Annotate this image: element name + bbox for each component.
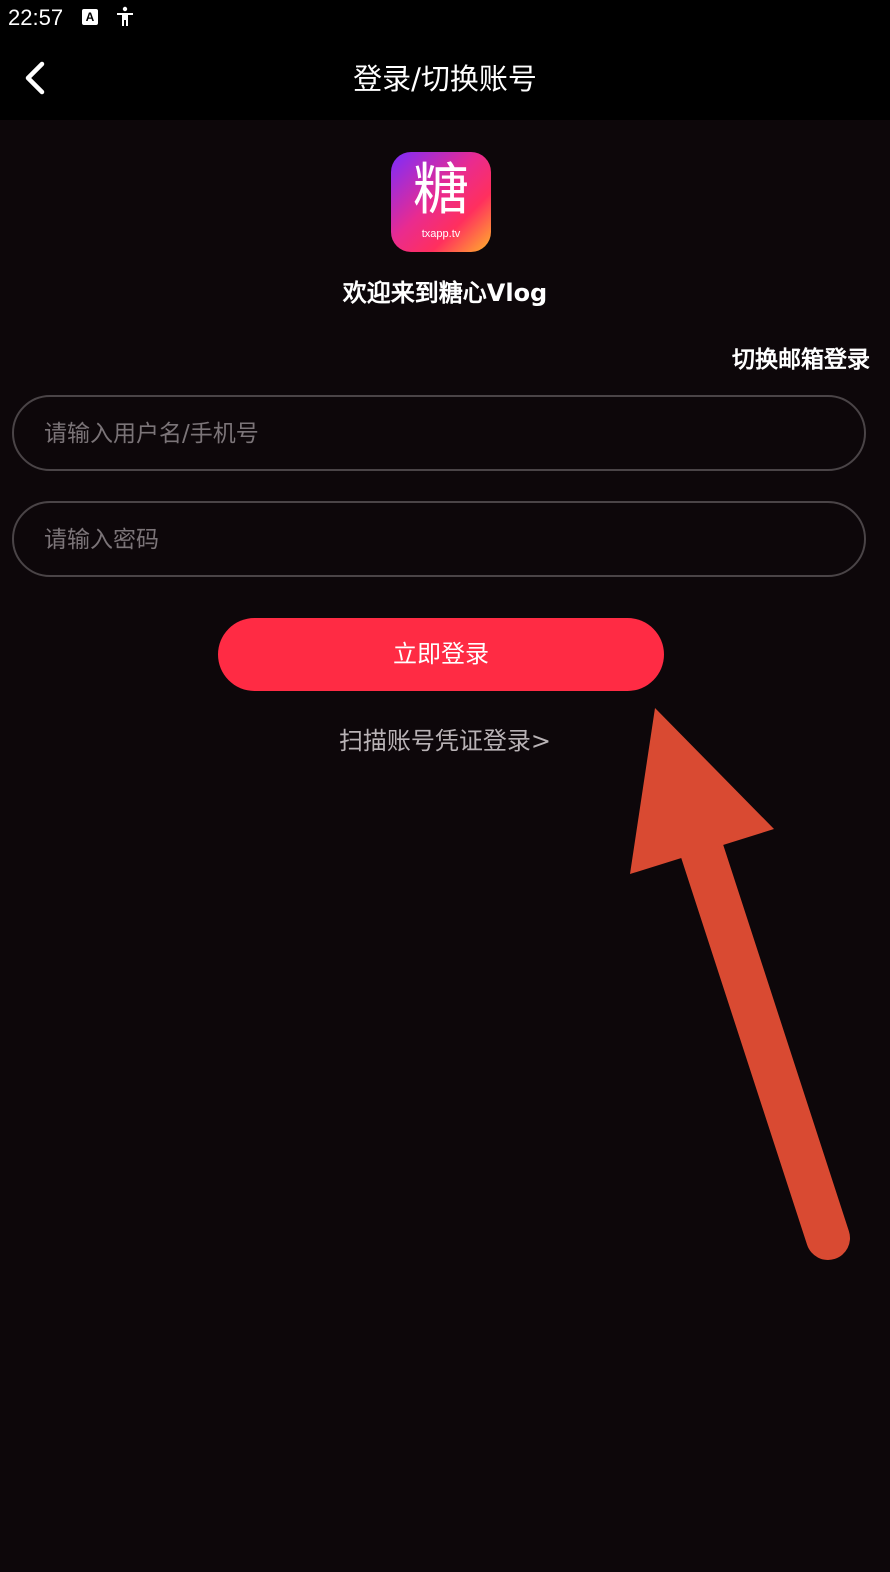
login-screen: 22:57 A 登录/切换账号 糖 txapp.tv 欢迎来到糖心Vlog 切换… xyxy=(0,0,890,1572)
status-bar: 22:57 A xyxy=(0,0,890,38)
login-button[interactable]: 立即登录 xyxy=(218,618,664,691)
page-title: 登录/切换账号 xyxy=(353,62,537,96)
status-time: 22:57 xyxy=(8,5,64,30)
scan-credential-login-link[interactable]: 扫描账号凭证登录> xyxy=(0,724,890,758)
logo-domain: txapp.tv xyxy=(421,228,461,240)
app-logo: 糖 txapp.tv xyxy=(391,152,491,252)
password-input[interactable] xyxy=(42,503,836,577)
chevron-left-icon xyxy=(25,61,45,95)
switch-email-login-link[interactable]: 切换邮箱登录 xyxy=(732,343,870,377)
welcome-text: 欢迎来到糖心Vlog xyxy=(342,279,548,307)
username-field-container xyxy=(12,395,866,471)
logo-char: 糖 xyxy=(413,158,469,223)
back-button[interactable] xyxy=(14,56,58,100)
password-field-container xyxy=(12,501,866,577)
header: 登录/切换账号 xyxy=(0,38,890,120)
text-a-icon: A xyxy=(82,9,98,25)
accessibility-icon xyxy=(117,6,133,26)
username-input[interactable] xyxy=(42,397,836,471)
